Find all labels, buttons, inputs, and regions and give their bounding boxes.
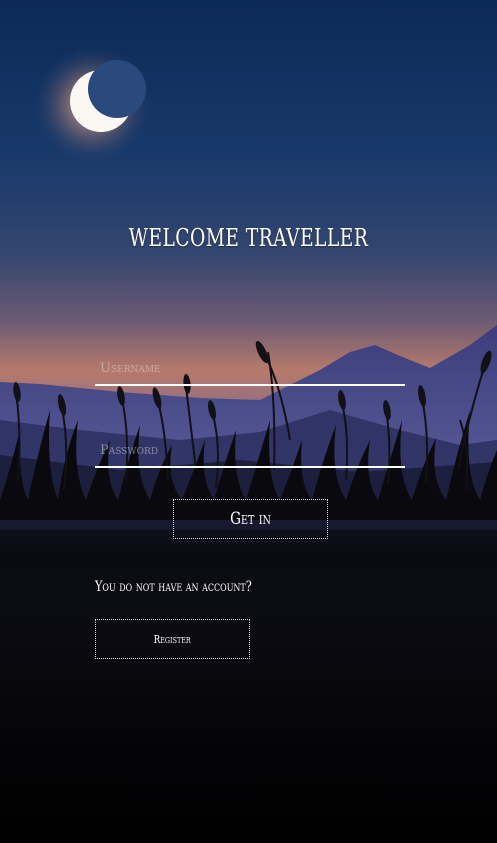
login-screen: WELCOME TRAVELLER Get in You do not have… (0, 0, 497, 843)
username-input[interactable] (95, 352, 405, 384)
crescent-moon-icon (30, 43, 154, 167)
username-field-container (95, 352, 405, 386)
password-field-container (95, 434, 405, 468)
night-scenery-background (0, 0, 497, 843)
page-title: WELCOME TRAVELLER (128, 224, 369, 252)
password-input[interactable] (95, 434, 405, 466)
register-button[interactable]: Register (95, 619, 250, 659)
get-in-button[interactable]: Get in (173, 499, 328, 539)
register-button-label: Register (153, 632, 192, 646)
get-in-button-label: Get in (230, 509, 271, 529)
no-account-prompt: You do not have an account? (95, 579, 252, 595)
